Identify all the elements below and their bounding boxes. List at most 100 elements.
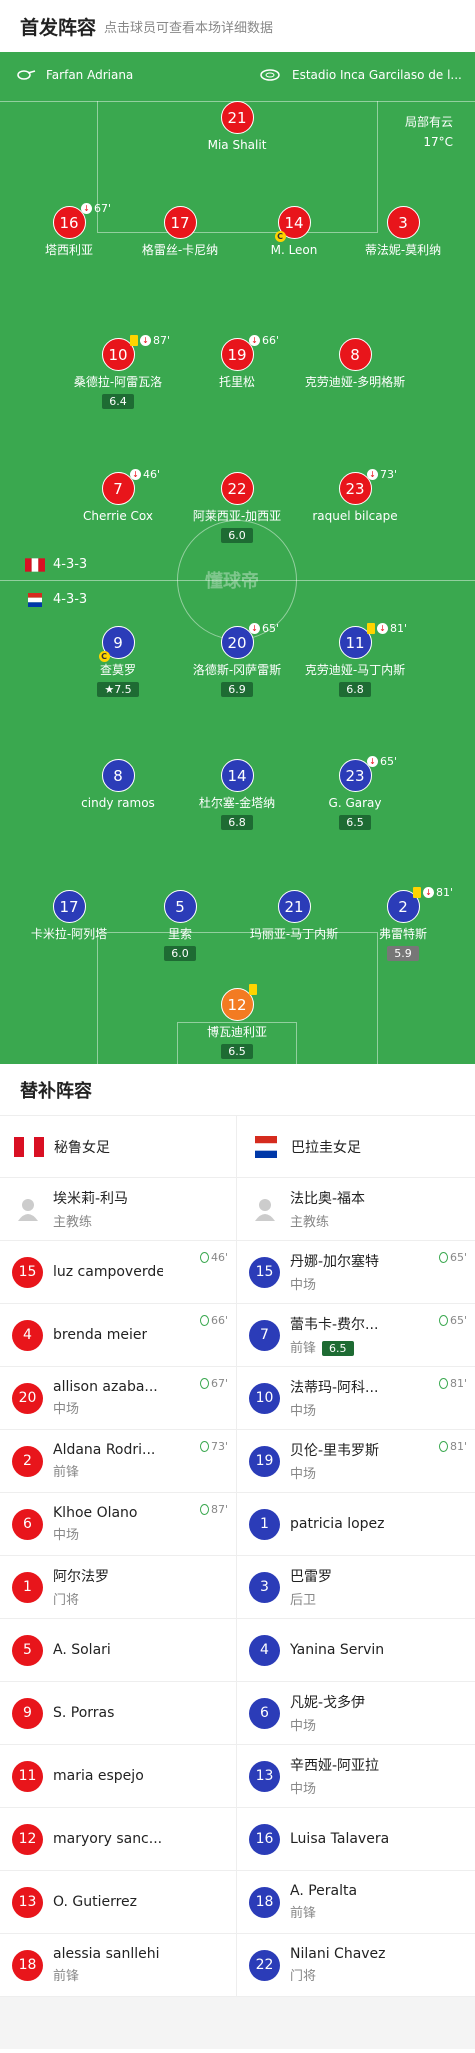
jersey: 6 bbox=[249, 1697, 280, 1729]
sub-name: A. Solari bbox=[53, 1642, 111, 1658]
sub-position-line: 后卫 bbox=[290, 1589, 332, 1608]
sub-row[interactable]: 6 Klhoe Olano 中场 87' bbox=[0, 1493, 236, 1556]
peru-flag-icon bbox=[14, 1136, 44, 1157]
sub-in-minute: 81' bbox=[449, 1440, 467, 1453]
sub-in-minute: 81' bbox=[449, 1377, 467, 1390]
player-rating: 5.9 bbox=[387, 946, 419, 961]
sub-row[interactable]: 13 O. Gutierrez bbox=[0, 1871, 236, 1934]
captain-icon: C bbox=[98, 651, 110, 662]
yellow-card-icon bbox=[130, 335, 138, 346]
jersey: 2 bbox=[12, 1445, 43, 1477]
subs-home-column: 秘鲁女足 埃米莉-利马 主教练 15 luz campoverde 46' 4 brend… bbox=[0, 1116, 237, 1997]
sub-row[interactable]: 9 S. Porras bbox=[0, 1682, 236, 1745]
sub-row[interactable]: 11 maria espejo bbox=[0, 1745, 236, 1808]
sub-row[interactable]: 12 maryory sanc... bbox=[0, 1808, 236, 1871]
sub-in-icon bbox=[438, 1252, 448, 1263]
coach-role: 主教练 bbox=[53, 1215, 93, 1230]
jersey: 4 bbox=[249, 1634, 280, 1666]
sub-row[interactable]: 1 阿尔法罗 门将 bbox=[0, 1556, 236, 1619]
sub-name: 巴雷罗 bbox=[290, 1569, 332, 1585]
sub-name: allison azaba... bbox=[53, 1379, 158, 1395]
jersey: 5 bbox=[163, 890, 197, 923]
player-home-3[interactable]: 3 蒂法妮-莫利纳 bbox=[323, 206, 475, 258]
sub-position-line: 中场 bbox=[53, 1398, 158, 1417]
sub-row[interactable]: 13 辛西娅-阿亚拉 中场 bbox=[237, 1745, 475, 1808]
sub-in-icon bbox=[199, 1252, 209, 1263]
sub-position-line: 中场 bbox=[290, 1274, 379, 1293]
event-minute: 65' bbox=[380, 755, 398, 768]
sub-row[interactable]: 2 Aldana Rodri... 前锋 73' bbox=[0, 1430, 236, 1493]
jersey: 22 bbox=[220, 472, 254, 505]
coach-row[interactable]: 法比奥-福本 主教练 bbox=[237, 1178, 475, 1241]
player-home-23[interactable]: 23 ↓ 73' raquel bilcape bbox=[275, 468, 435, 524]
jersey: 9C bbox=[98, 626, 135, 662]
sub-name: Luisa Talavera bbox=[290, 1831, 390, 1847]
player-rating: 6.8 bbox=[221, 815, 253, 830]
sub-in-minute: 73' bbox=[210, 1440, 228, 1453]
sub-row[interactable]: 18 A. Peralta 前锋 bbox=[237, 1871, 475, 1934]
jersey: 18 bbox=[12, 1949, 43, 1981]
jersey: 10 bbox=[249, 1382, 280, 1414]
sub-out-icon: ↓ bbox=[377, 623, 388, 634]
player-rating: ★7.5 bbox=[97, 682, 139, 697]
sub-row[interactable]: 5 A. Solari bbox=[0, 1619, 236, 1682]
page-title: 首发阵容 bbox=[20, 16, 97, 39]
sub-position-line: 中场 bbox=[290, 1778, 379, 1797]
sub-position-line: 前锋 6.5 bbox=[290, 1337, 378, 1356]
home-formation: 4-3-3 bbox=[25, 557, 87, 572]
sub-name: Klhoe Olano bbox=[53, 1505, 138, 1521]
jersey: 1 bbox=[249, 1508, 280, 1540]
sub-in-event: 46' bbox=[199, 1251, 228, 1264]
player-rating: 6.5 bbox=[339, 815, 371, 830]
jersey-number: 9 bbox=[113, 633, 123, 652]
sub-rating: 6.5 bbox=[322, 1341, 354, 1356]
player-away-23[interactable]: 23 ↓ 65' G. Garay 6.5 bbox=[275, 755, 435, 830]
sub-row[interactable]: 3 巴雷罗 后卫 bbox=[237, 1556, 475, 1619]
jersey: 19 bbox=[249, 1445, 280, 1477]
player-name: G. Garay bbox=[328, 796, 382, 810]
sub-out-icon: ↓ bbox=[130, 469, 141, 480]
sub-position-line: 门将 bbox=[290, 1965, 386, 1984]
sub-row[interactable]: 4 brenda meier 66' bbox=[0, 1304, 236, 1367]
sub-row[interactable]: 15 luz campoverde 46' bbox=[0, 1241, 236, 1304]
sub-out-icon: ↓ bbox=[249, 335, 260, 346]
sub-row[interactable]: 6 凡妮-戈多伊 中场 bbox=[237, 1682, 475, 1745]
coach-row[interactable]: 埃米莉-利马 主教练 bbox=[0, 1178, 236, 1241]
sub-in-icon bbox=[438, 1378, 448, 1389]
sub-out-icon: ↓ bbox=[140, 335, 151, 346]
sub-row[interactable]: 7 蕾韦卡-费尔... 前锋 6.5 65' bbox=[237, 1304, 475, 1367]
pitch: 懂球帝 Farfan Adriana Estadio Inca Garcilas… bbox=[0, 52, 475, 1064]
jersey: 12 bbox=[12, 1823, 43, 1855]
event-minute: 81' bbox=[436, 886, 454, 899]
sub-in-event: 73' bbox=[199, 1440, 228, 1453]
sub-in-event: 65' bbox=[438, 1251, 467, 1264]
player-rating: 6.4 bbox=[102, 394, 134, 409]
event-minute: 81' bbox=[390, 622, 408, 635]
jersey: 8 bbox=[338, 338, 372, 371]
sub-name: luz campoverde bbox=[53, 1264, 163, 1280]
sub-row[interactable]: 18 alessia sanllehi 前锋 bbox=[0, 1934, 236, 1997]
sub-row[interactable]: 22 Nilani Chavez 门将 bbox=[237, 1934, 475, 1997]
coach-name: 埃米莉-利马 bbox=[53, 1191, 129, 1207]
player-away-2[interactable]: 2 ↓ 81' 弗雷特斯 5.9 bbox=[323, 886, 475, 961]
sub-name: S. Porras bbox=[53, 1705, 115, 1721]
player-name: 蒂法妮-莫利纳 bbox=[364, 243, 442, 257]
player-away-12[interactable]: 12 博瓦迪利亚 6.5 bbox=[157, 984, 317, 1059]
sub-row[interactable]: 15 丹娜-加尔塞特 中场 65' bbox=[237, 1241, 475, 1304]
sub-row[interactable]: 20 allison azaba... 中场 67' bbox=[0, 1367, 236, 1430]
player-home-21[interactable]: 21 Mia Shalit bbox=[157, 101, 317, 153]
player-away-11[interactable]: 11 ↓ 81' 克劳迪娅-马丁内斯 6.8 bbox=[275, 622, 435, 697]
sub-row[interactable]: 10 法蒂玛-阿科... 中场 81' bbox=[237, 1367, 475, 1430]
sub-name: A. Peralta bbox=[290, 1883, 358, 1899]
captain-icon: C bbox=[274, 231, 286, 242]
jersey: 21 bbox=[277, 890, 311, 923]
jersey: 7 bbox=[249, 1319, 280, 1351]
sub-row[interactable]: 1 patricia lopez bbox=[237, 1493, 475, 1556]
sub-row[interactable]: 16 Luisa Talavera bbox=[237, 1808, 475, 1871]
away-formation-text: 4-3-3 bbox=[53, 592, 88, 607]
sub-row[interactable]: 4 Yanina Servin bbox=[237, 1619, 475, 1682]
sub-in-minute: 65' bbox=[449, 1251, 467, 1264]
jersey: 5 bbox=[12, 1634, 43, 1666]
sub-row[interactable]: 19 贝伦-里韦罗斯 中场 81' bbox=[237, 1430, 475, 1493]
player-home-8[interactable]: 8 克劳迪娅-多明格斯 bbox=[275, 338, 435, 390]
